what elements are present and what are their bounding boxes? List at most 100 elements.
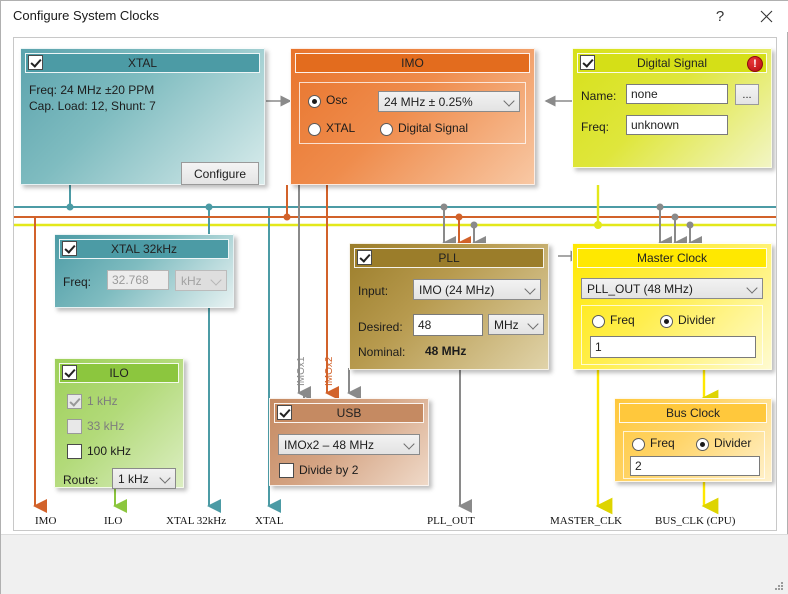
pll-desired-unit-combo[interactable]: MHz [488,314,544,335]
bus-clock-divider-input[interactable]: 2 [630,456,760,476]
imo-xtal-label: XTAL [326,121,356,135]
master-clock-divider-radio[interactable] [660,315,673,328]
help-button[interactable]: ? [697,1,743,32]
ilo-title: ILO [109,366,129,380]
dialog-window: Configure System Clocks ? XTAL Freq: 24 … [0,0,788,594]
resize-grip-icon[interactable] [773,580,785,592]
ilo-100khz-label: 100 kHz [87,444,132,458]
usb-enable-checkbox[interactable] [277,405,292,420]
digital-signal-name-input[interactable]: none [626,84,728,104]
xtal-32khz-freq-input[interactable]: 32.768 [107,270,169,290]
digital-signal-browse-button[interactable]: ... [735,84,759,105]
digital-signal-title: Digital Signal [636,56,708,70]
imo-header: IMO [295,53,530,73]
digital-signal-block: Digital Signal ! Name: none ... Freq: un… [572,48,772,168]
ilo-33khz-checkbox[interactable] [67,419,82,434]
pll-input-value: IMO (24 MHz) [419,282,495,297]
chevron-down-icon [524,282,536,295]
output-label-pll-out: PLL_OUT [427,515,475,527]
bus-clock-divider-radio[interactable] [696,438,709,451]
imox2-wire-label: IMOx2 [324,356,335,386]
dialog-footer: OK Cancel [1,534,788,594]
ilo-header: ILO [59,363,179,383]
imo-xtal-radio[interactable] [308,123,321,136]
ilo-block: ILO 1 kHz 33 kHz 100 kHz Route: 1 kHz [54,358,184,489]
chevron-down-icon [746,281,758,294]
xtal-title: XTAL [127,56,158,70]
title-bar: Configure System Clocks ? [1,1,788,32]
imo-digital-signal-radio[interactable] [380,123,393,136]
usb-block: USB IMOx2 – 48 MHz Divide by 2 [269,398,429,486]
xtal-32khz-unit-combo[interactable]: kHz [175,270,227,291]
close-icon [760,10,772,23]
ilo-1khz-label: 1 kHz [87,394,118,408]
imo-frequency-value: 24 MHz ± 0.25% [384,94,473,109]
digital-signal-freq-input[interactable]: unknown [626,115,728,135]
ilo-route-label: Route: [63,473,99,487]
xtal-enable-checkbox[interactable] [28,55,43,70]
xtal-cap-text: Cap. Load: 12, Shunt: 7 [29,99,156,113]
xtal-32khz-header: XTAL 32kHz [59,239,229,259]
chevron-down-icon [527,317,539,330]
xtal-block: XTAL Freq: 24 MHz ±20 PPM Cap. Load: 12,… [20,48,265,185]
digital-signal-header: Digital Signal ! [577,53,767,73]
xtal-32khz-title: XTAL 32kHz [110,242,178,256]
xtal-32khz-freq-label: Freq: [63,275,92,289]
xtal-configure-button[interactable]: Configure [181,162,259,185]
imo-osc-radio[interactable] [308,95,321,108]
ilo-33khz-label: 33 kHz [87,419,125,433]
usb-header: USB [274,403,424,423]
pll-nominal-value: 48 MHz [425,344,467,358]
ilo-route-value: 1 kHz [118,471,149,486]
output-label-master-clk: MASTER_CLK [550,515,623,527]
xtal-32khz-enable-checkbox[interactable] [62,241,77,256]
bus-clock-freq-label: Freq [650,436,675,450]
bus-clock-divider-label: Divider [714,436,752,450]
xtal-header: XTAL [25,53,260,73]
digital-signal-name-label: Name: [581,89,617,103]
window-title: Configure System Clocks [13,8,159,23]
digital-signal-freq-label: Freq: [581,120,610,134]
master-clock-freq-radio[interactable] [592,315,605,328]
bus-clock-freq-radio[interactable] [632,438,645,451]
question-mark-icon: ? [715,8,725,25]
output-label-bus-clk: BUS_CLK (CPU) [655,515,736,527]
ilo-1khz-checkbox[interactable] [67,394,82,409]
usb-title: USB [336,406,362,420]
clock-diagram-canvas: XTAL Freq: 24 MHz ±20 PPM Cap. Load: 12,… [13,37,777,531]
close-button[interactable] [743,1,788,32]
usb-divide-by-2-label: Divide by 2 [299,463,359,477]
bus-clock-title: Bus Clock [665,406,721,420]
ilo-route-combo[interactable]: 1 kHz [112,468,176,489]
pll-nominal-label: Nominal: [358,345,406,359]
imo-source-group: Osc 24 MHz ± 0.25% XTAL Digital Signal [299,82,526,144]
imo-osc-label: Osc [326,93,348,107]
pll-header: PLL [354,248,544,268]
pll-input-label: Input: [358,284,389,298]
chevron-down-icon [403,437,415,450]
usb-source-combo[interactable]: IMOx2 – 48 MHz [278,434,420,455]
pll-enable-checkbox[interactable] [357,250,372,265]
ilo-enable-checkbox[interactable] [62,365,77,380]
usb-divide-by-2-checkbox[interactable] [279,463,294,478]
digital-signal-enable-checkbox[interactable] [580,55,595,70]
ilo-100khz-checkbox[interactable] [67,444,82,459]
xtal-32khz-block: XTAL 32kHz Freq: 32.768 kHz [54,234,234,308]
imo-frequency-combo[interactable]: 24 MHz ± 0.25% [378,91,520,112]
pll-desired-input[interactable]: 48 [413,314,483,336]
pll-desired-unit-value: MHz [494,317,519,332]
bus-clock-mode-group: Freq Divider 2 [623,431,765,479]
output-label-ilo: ILO [104,515,123,527]
pll-input-combo[interactable]: IMO (24 MHz) [413,279,541,300]
imo-block: IMO Osc 24 MHz ± 0.25% XTAL Digital Sign… [290,48,535,185]
master-clock-divider-input[interactable]: 1 [590,336,756,358]
bus-clock-block: Bus Clock Freq Divider 2 [614,398,772,482]
pll-desired-label: Desired: [358,320,403,334]
imo-title: IMO [401,56,424,70]
master-clock-source-combo[interactable]: PLL_OUT (48 MHz) [581,278,763,299]
pll-title: PLL [438,251,460,265]
bus-clock-header: Bus Clock [619,403,767,423]
master-clock-source-value: PLL_OUT (48 MHz) [587,281,693,296]
master-clock-title: Master Clock [636,251,707,265]
error-icon: ! [747,56,763,72]
